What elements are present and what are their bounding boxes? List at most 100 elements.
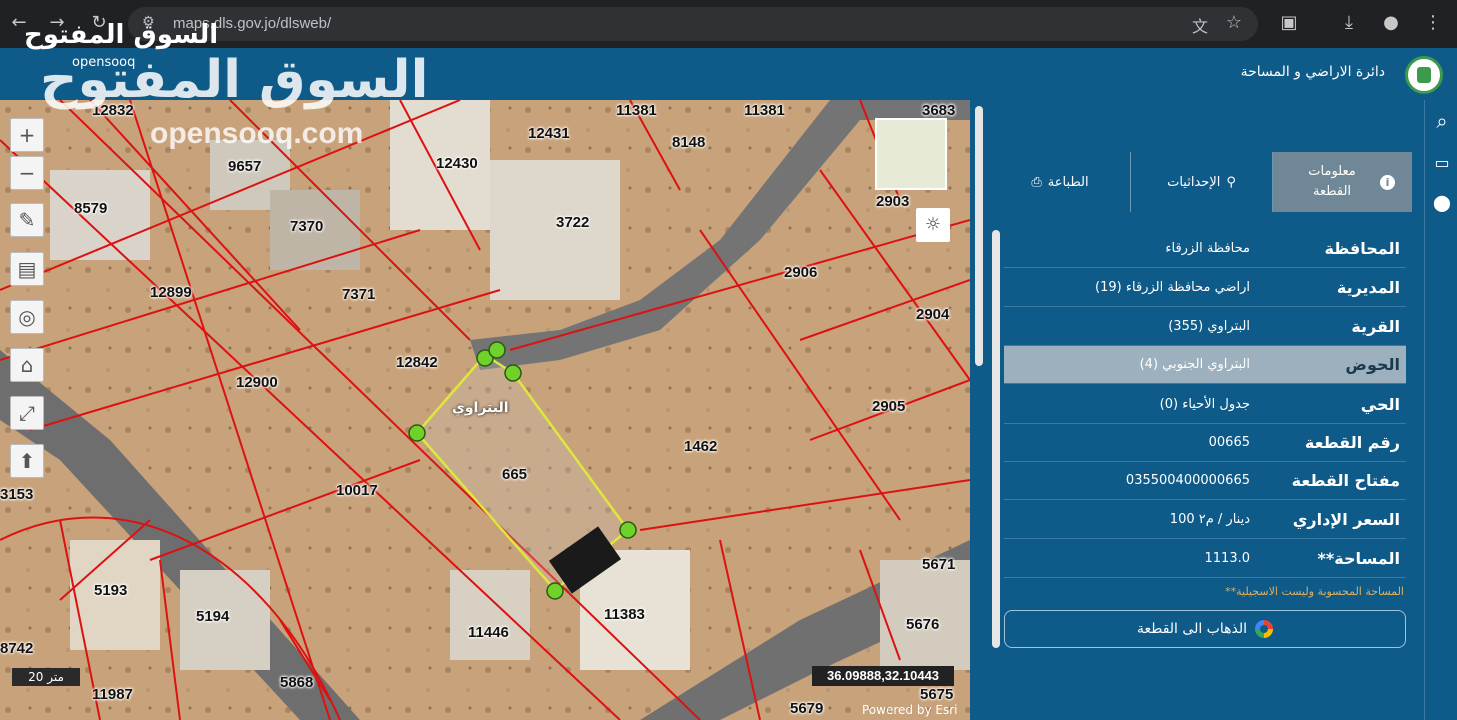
- draw-pencil-icon[interactable]: ✎: [10, 203, 44, 237]
- parcel-label[interactable]: 2904: [916, 306, 949, 323]
- download-icon[interactable]: ⤓: [1336, 10, 1362, 36]
- row-label: السعر الإداري: [1292, 510, 1400, 529]
- parcel-label[interactable]: 11383: [604, 606, 645, 623]
- browser-toolbar: ← → ↻ ⚙ maps.dls.gov.jo/dlsweb/ 文 ☆ ▣ ⤓ …: [0, 0, 1457, 48]
- parcel-label[interactable]: 9657: [228, 158, 261, 175]
- parcel-label[interactable]: 10017: [336, 482, 378, 499]
- row-value: محافظة الزرقاء: [1165, 241, 1250, 256]
- parcel-label[interactable]: 12899: [150, 284, 192, 301]
- goto-parcel-button[interactable]: الذهاب الى القطعة: [1004, 610, 1406, 648]
- parcel-label[interactable]: 3153: [0, 486, 33, 503]
- extent-icon[interactable]: ⤢: [10, 396, 44, 430]
- parcel-label[interactable]: 5675: [920, 686, 953, 703]
- overview-minimap[interactable]: [875, 118, 947, 190]
- parcel-label[interactable]: 1462: [684, 438, 717, 455]
- search-icon[interactable]: ⌕: [1431, 110, 1453, 132]
- info-row-parcel-number: رقم القطعة 00665: [1004, 424, 1406, 462]
- zoom-out-button[interactable]: −: [10, 156, 44, 190]
- info-icon: i: [1380, 174, 1395, 190]
- parcel-label[interactable]: 8148: [672, 134, 705, 151]
- panel-scrollbar[interactable]: [992, 230, 1000, 648]
- area-note: **المساحة المحسوبة وليست الاسجيلية: [1225, 585, 1404, 598]
- esri-attribution[interactable]: Powered by Esri: [862, 703, 957, 717]
- row-value: 100 دينار / م٢: [1169, 512, 1250, 527]
- parcel-label[interactable]: 5671: [922, 556, 955, 573]
- info-row-area: **المساحة 1113.0: [1004, 540, 1406, 578]
- parcel-label[interactable]: 7371: [342, 286, 375, 303]
- row-value: 1113.0: [1204, 551, 1251, 566]
- department-title: دائرة الاراضي و المساحة: [1240, 64, 1385, 80]
- watermark-small-en: opensooq: [72, 55, 136, 70]
- map-pin-icon[interactable]: ⬤: [1431, 192, 1453, 214]
- row-value: جدول الأحياء (0): [1159, 397, 1250, 412]
- parcel-label[interactable]: 11446: [468, 624, 509, 641]
- side-toolbar: ⌕ ▭ ⬤: [1424, 100, 1457, 720]
- info-row-governorate: المحافظة محافظة الزرقاء: [1004, 230, 1406, 268]
- parcel-label[interactable]: 7370: [290, 218, 323, 235]
- info-row-admin-price: السعر الإداري 100 دينار / م٢: [1004, 501, 1406, 539]
- row-value: 035500400000665: [1125, 473, 1250, 488]
- scale-bar: 20 متر: [12, 668, 80, 686]
- row-value: البتراوي الجنوبي (4): [1139, 357, 1250, 372]
- row-value: 00665: [1208, 435, 1250, 450]
- parcel-label[interactable]: 665: [502, 466, 527, 483]
- info-row-parcel-key: مفتاح القطعة 035500400000665: [1004, 462, 1406, 500]
- parcel-label[interactable]: 5193: [94, 582, 127, 599]
- parcel-label[interactable]: 12842: [396, 354, 438, 371]
- info-row-district: الحي جدول الأحياء (0): [1004, 386, 1406, 424]
- goto-parcel-label: الذهاب الى القطعة: [1136, 621, 1248, 637]
- compass-icon[interactable]: ⬆: [10, 444, 44, 478]
- parcel-label[interactable]: 5679: [790, 700, 823, 717]
- parcel-label[interactable]: 12431: [528, 125, 570, 142]
- info-row-directorate: المديرية اراضي محافظة الزرقاء (19): [1004, 269, 1406, 307]
- parcel-label[interactable]: 5868: [280, 674, 313, 691]
- department-logo: [1405, 56, 1443, 94]
- info-row-village: القرية البتراوي (355): [1004, 308, 1406, 346]
- parcel-label[interactable]: 11381: [744, 102, 785, 119]
- zoom-in-button[interactable]: +: [10, 118, 44, 152]
- coordinates-readout: 36.09888,32.10443: [812, 666, 954, 686]
- id-card-icon[interactable]: ▭: [1431, 152, 1453, 174]
- profile-icon[interactable]: ●: [1378, 10, 1404, 36]
- splitter-scrollbar[interactable]: [975, 106, 983, 366]
- measure-icon[interactable]: ▤: [10, 252, 44, 286]
- parcel-label[interactable]: 12430: [436, 155, 478, 172]
- row-label: الحي: [1360, 395, 1400, 414]
- extensions-icon[interactable]: ▣: [1276, 10, 1302, 36]
- row-label: المحافظة: [1324, 239, 1400, 258]
- home-icon[interactable]: ⌂: [10, 348, 44, 382]
- google-icon: [1255, 620, 1274, 638]
- row-label: الحوض: [1345, 355, 1400, 374]
- parcel-label[interactable]: 5194: [196, 608, 229, 625]
- locate-icon[interactable]: ◎: [10, 300, 44, 334]
- parcel-label[interactable]: 2906: [784, 264, 817, 281]
- menu-icon[interactable]: ⋮: [1420, 10, 1446, 36]
- plot-name-label: البتراوي: [452, 400, 509, 416]
- daylight-icon[interactable]: ☼: [916, 208, 950, 242]
- bookmark-star-icon[interactable]: ☆: [1226, 12, 1242, 33]
- building: [450, 570, 530, 660]
- parcel-label[interactable]: 11381: [616, 102, 657, 119]
- translate-icon[interactable]: 文: [1192, 13, 1208, 37]
- parcel-label[interactable]: 3683: [922, 102, 955, 119]
- parcel-label[interactable]: 2905: [872, 398, 905, 415]
- panel-splitter[interactable]: [970, 100, 988, 720]
- parcel-label[interactable]: 5676: [906, 616, 939, 633]
- parcel-label[interactable]: 12900: [236, 374, 278, 391]
- watermark-small-ar: السوق المفتوح: [24, 20, 219, 50]
- parcel-label[interactable]: 8579: [74, 200, 107, 217]
- building: [880, 560, 970, 670]
- tab-print[interactable]: ⎙ الطباعة: [990, 152, 1130, 212]
- map-view[interactable]: 12832 11381 11381 3683 12431 8148 9657 1…: [0, 100, 970, 720]
- parcel-info-panel: ⎙ الطباعة الإحداثيات ⚲ معلومات القطعة i …: [988, 100, 1424, 720]
- address-bar[interactable]: ⚙ maps.dls.gov.jo/dlsweb/ 文 ☆: [128, 7, 1258, 41]
- parcel-label[interactable]: 3722: [556, 214, 589, 231]
- tab-parcel-info-label: معلومات القطعة: [1308, 164, 1356, 199]
- parcel-label[interactable]: 8742: [0, 640, 33, 657]
- tab-coordinates[interactable]: الإحداثيات ⚲: [1131, 152, 1272, 212]
- parcel-label[interactable]: 2903: [876, 193, 909, 210]
- row-label: **المساحة: [1317, 549, 1400, 568]
- panel-tabs: ⎙ الطباعة الإحداثيات ⚲ معلومات القطعة i: [990, 152, 1412, 212]
- parcel-label[interactable]: 11987: [92, 686, 133, 703]
- tab-parcel-info[interactable]: معلومات القطعة i: [1273, 152, 1412, 212]
